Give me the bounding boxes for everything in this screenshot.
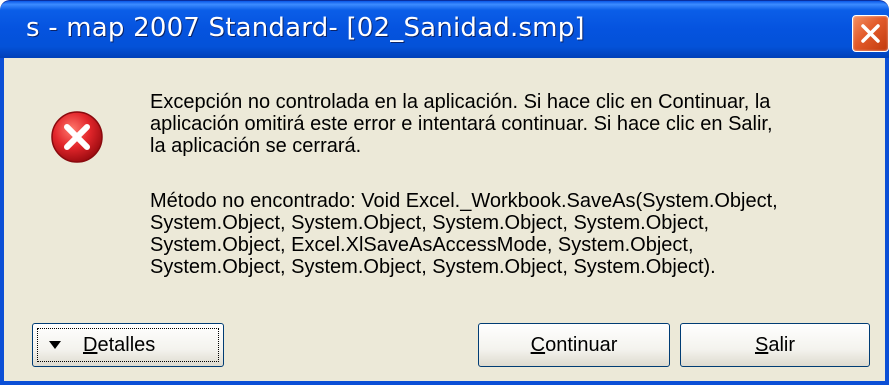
exit-button[interactable]: Salir	[680, 323, 870, 367]
error-x-icon	[51, 111, 103, 163]
dialog-body: Excepción no controlada en la aplicación…	[0, 58, 889, 385]
error-dialog-window: s - map 2007 Standard- [02_Sanidad.smp] …	[0, 0, 889, 385]
error-message: Excepción no controlada en la aplicación…	[150, 91, 773, 157]
details-button-label: Detalles	[83, 334, 156, 356]
window-title: s - map 2007 Standard- [02_Sanidad.smp]	[26, 13, 585, 43]
continue-button[interactable]: Continuar	[478, 323, 670, 367]
error-detail-message: Método no encontrado: Void Excel._Workbo…	[150, 190, 778, 278]
details-button[interactable]: Detalles	[32, 323, 224, 367]
continue-button-label: Continuar	[530, 333, 618, 356]
triangle-down-icon	[49, 341, 61, 349]
close-x-icon	[861, 24, 880, 43]
close-button[interactable]	[852, 15, 889, 52]
exit-button-label: Salir	[754, 333, 795, 356]
title-bar[interactable]: s - map 2007 Standard- [02_Sanidad.smp]	[0, 0, 889, 58]
